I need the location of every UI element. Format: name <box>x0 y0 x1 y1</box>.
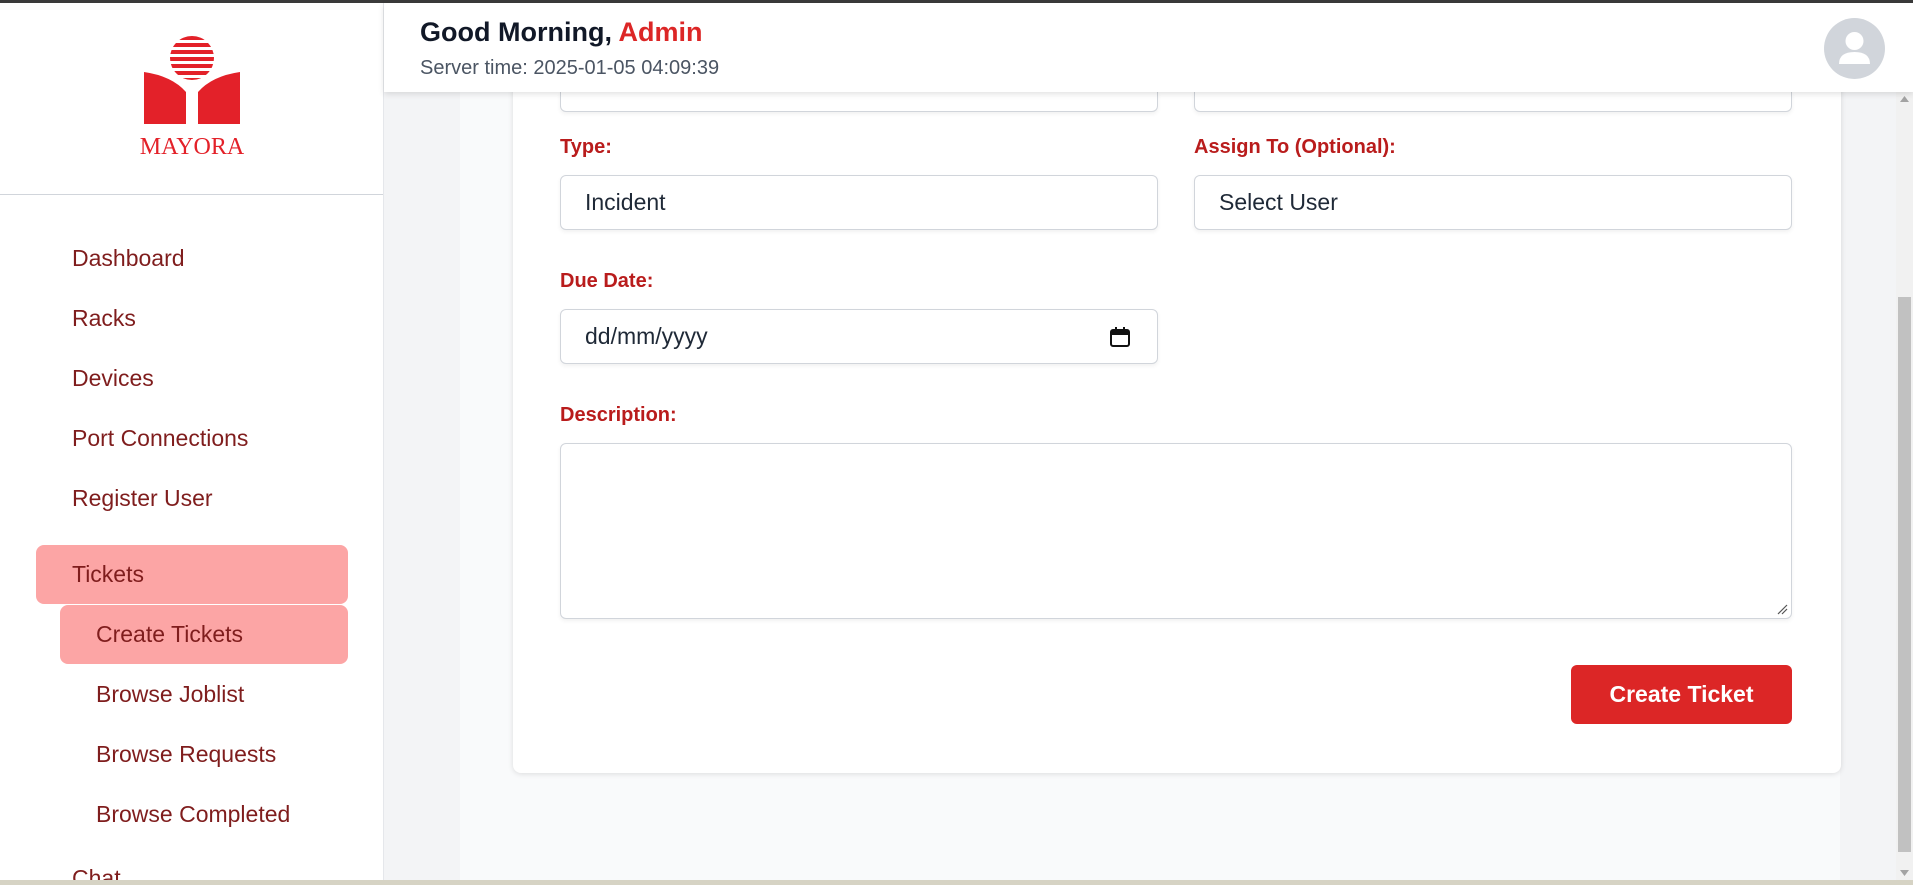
sidebar-subitem-browse-joblist[interactable]: Browse Joblist <box>96 674 244 714</box>
sidebar-item-racks[interactable]: Racks <box>72 298 136 338</box>
previous-field-left[interactable] <box>560 92 1158 112</box>
page-scrollbar[interactable] <box>1896 92 1913 880</box>
type-select[interactable]: Incident <box>560 175 1158 230</box>
assign-to-label: Assign To (Optional): <box>1194 136 1396 158</box>
sidebar-item-port-connections[interactable]: Port Connections <box>72 418 248 458</box>
type-label: Type: <box>560 136 612 158</box>
greeting: Good Morning, Admin <box>420 17 702 48</box>
description-textarea[interactable] <box>560 443 1792 619</box>
sidebar-item-tickets-label: Tickets <box>72 561 144 587</box>
top-header: Good Morning, Admin Server time: 2025-01… <box>384 3 1913 92</box>
sidebar-item-tickets[interactable]: Tickets <box>36 545 348 604</box>
create-ticket-button[interactable]: Create Ticket <box>1571 665 1792 724</box>
scrollbar-thumb[interactable] <box>1898 297 1911 852</box>
logo-area: MAYORA <box>0 3 383 195</box>
sidebar-subitem-create-tickets[interactable]: Create Tickets <box>60 605 348 664</box>
create-ticket-form: Type: Incident Assign To (Optional): Sel… <box>513 62 1841 773</box>
scroll-down-arrow-icon[interactable] <box>1900 870 1909 876</box>
scroll-up-arrow-icon[interactable] <box>1900 96 1909 102</box>
sidebar: MAYORA Dashboard Racks Devices Port Conn… <box>0 3 384 880</box>
logo-text: MAYORA <box>139 134 244 160</box>
due-date-input[interactable]: dd/mm/yyyy <box>560 309 1158 364</box>
resize-handle-icon[interactable] <box>1776 603 1788 615</box>
main-content: Type: Incident Assign To (Optional): Sel… <box>384 62 1896 880</box>
sidebar-item-register-user[interactable]: Register User <box>72 478 213 518</box>
greeting-text: Good Morning, <box>420 17 612 47</box>
window-bottom-border <box>0 880 1913 885</box>
mayora-logo[interactable]: MAYORA <box>132 34 252 164</box>
server-time: Server time: 2025-01-05 04:09:39 <box>420 57 720 79</box>
user-avatar[interactable] <box>1824 18 1885 79</box>
sidebar-item-devices[interactable]: Devices <box>72 358 154 398</box>
sidebar-item-chat[interactable]: Chat <box>72 858 121 880</box>
calendar-icon[interactable] <box>1109 326 1131 348</box>
sidebar-subitem-create-tickets-label: Create Tickets <box>96 621 243 647</box>
user-icon <box>1839 32 1870 64</box>
greeting-username: Admin <box>618 17 703 47</box>
sidebar-item-dashboard[interactable]: Dashboard <box>72 238 185 278</box>
sidebar-subitem-browse-completed[interactable]: Browse Completed <box>96 794 290 834</box>
description-label: Description: <box>560 404 677 426</box>
due-date-label: Due Date: <box>560 270 654 292</box>
assign-to-select[interactable]: Select User <box>1194 175 1792 230</box>
sidebar-subitem-browse-requests[interactable]: Browse Requests <box>96 734 276 774</box>
previous-field-right[interactable] <box>1194 92 1792 112</box>
due-date-placeholder: dd/mm/yyyy <box>585 323 708 349</box>
